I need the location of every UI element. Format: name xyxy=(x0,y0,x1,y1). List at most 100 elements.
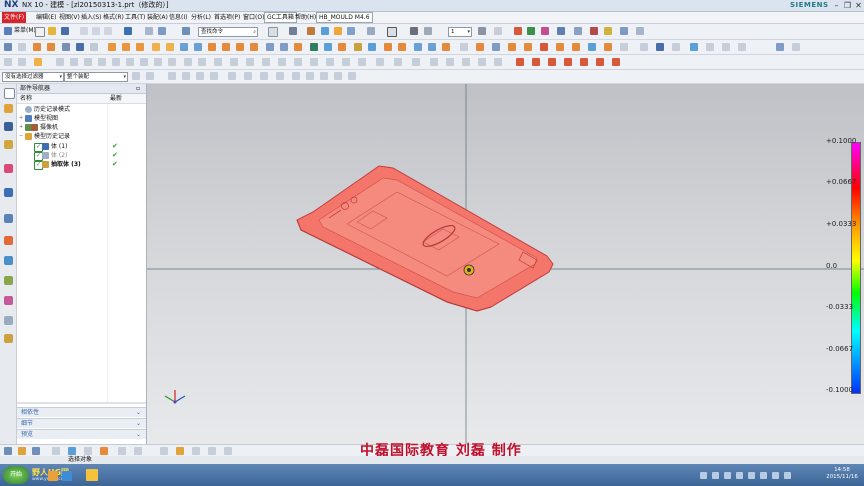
intersection-curve-icon[interactable] xyxy=(198,58,206,66)
tree-item-history-mode[interactable]: 历史记录模式 xyxy=(17,105,146,114)
ejector-icon[interactable] xyxy=(604,43,612,51)
panel-dependencies[interactable]: 相依性 ⌄ xyxy=(17,407,146,417)
hd3d-tools-icon[interactable] xyxy=(4,188,13,197)
snap-arc-center-icon[interactable] xyxy=(320,72,328,80)
snap-tangent-icon[interactable] xyxy=(260,72,268,80)
menu-format[interactable]: 格式(R) xyxy=(103,12,124,23)
subtract-icon[interactable] xyxy=(122,43,130,51)
extrude-icon[interactable] xyxy=(33,43,41,51)
expand-icon[interactable]: + xyxy=(19,123,23,132)
bridge-icon[interactable] xyxy=(792,43,800,51)
bottom-tool-icon-3[interactable] xyxy=(32,447,40,455)
trim-curve-icon[interactable] xyxy=(246,58,254,66)
restore-icon[interactable]: ❐ xyxy=(843,0,852,11)
offset-face-icon[interactable] xyxy=(294,43,302,51)
show-hide-icon[interactable] xyxy=(410,27,418,35)
clock[interactable]: 14:58 2015/11/16 xyxy=(822,467,862,481)
bottom-tool-icon-11[interactable] xyxy=(176,447,184,455)
panel-details[interactable]: 细节 ⌄ xyxy=(17,418,146,428)
undo-icon[interactable] xyxy=(124,27,132,35)
join-curve-icon[interactable] xyxy=(278,58,286,66)
system-scenes-icon[interactable] xyxy=(4,296,13,305)
web-browser-icon[interactable] xyxy=(4,214,13,223)
mirror-icon[interactable] xyxy=(338,43,346,51)
type-filter-select[interactable]: 没有选择过滤器 ▾ xyxy=(2,72,64,82)
sketch-arc-icon[interactable] xyxy=(70,58,78,66)
replace-face-icon[interactable] xyxy=(414,43,422,51)
snap-quadrant-icon[interactable] xyxy=(210,72,218,80)
mirror-curve-icon[interactable] xyxy=(412,58,420,66)
parting-icon[interactable] xyxy=(524,43,532,51)
helix-icon[interactable] xyxy=(230,58,238,66)
combine-icon[interactable] xyxy=(394,58,402,66)
minimize-icon[interactable]: – xyxy=(832,0,841,11)
constraint-navigator-icon[interactable] xyxy=(4,140,13,149)
divide-curve-icon[interactable] xyxy=(262,58,270,66)
extract-geometry-icon[interactable] xyxy=(354,43,362,51)
view-orient-icon[interactable] xyxy=(347,27,355,35)
drafting-icon[interactable] xyxy=(672,43,680,51)
collapse-icon[interactable]: − xyxy=(19,132,23,141)
menu-window[interactable]: 窗口(O) xyxy=(243,12,264,23)
shell-icon[interactable] xyxy=(208,43,216,51)
tray-icon-4[interactable] xyxy=(736,472,743,479)
ie-icon[interactable] xyxy=(62,471,72,481)
shaded-icon[interactable] xyxy=(321,27,329,35)
spline-icon[interactable] xyxy=(84,58,92,66)
bottom-tool-icon-9[interactable] xyxy=(134,447,142,455)
manufacturing-icon[interactable] xyxy=(4,334,13,343)
menu-hb-mould[interactable]: HB_MOULD M4.6 xyxy=(316,12,373,23)
expand-icon[interactable]: + xyxy=(19,114,23,123)
analysis-icon[interactable] xyxy=(527,27,535,35)
cut-icon[interactable] xyxy=(80,27,88,35)
offset-3d-icon[interactable] xyxy=(478,58,486,66)
menu-icon[interactable] xyxy=(4,27,12,35)
sync-modeling-icon[interactable] xyxy=(460,43,468,51)
panel-splitter[interactable] xyxy=(17,402,146,404)
bottom-tool-icon-4[interactable] xyxy=(52,447,60,455)
chamfer-icon[interactable] xyxy=(250,43,258,51)
window-icon[interactable] xyxy=(182,27,190,35)
draft-icon[interactable] xyxy=(222,43,230,51)
menu-analysis[interactable]: 分析(L) xyxy=(191,12,211,23)
lifter-icon[interactable] xyxy=(572,43,580,51)
volume-icon[interactable] xyxy=(784,472,791,479)
resize-blend-icon[interactable] xyxy=(442,43,450,51)
file-menu[interactable]: 文件(F) xyxy=(2,12,27,23)
point-set-icon[interactable] xyxy=(34,58,42,66)
polygon-icon[interactable] xyxy=(126,58,134,66)
arc-icon[interactable] xyxy=(738,43,746,51)
layout-icon[interactable] xyxy=(268,27,278,37)
color-icon[interactable] xyxy=(590,27,598,35)
tree-item-cameras[interactable]: + 摄像机 xyxy=(17,123,146,132)
tree-item-body-2[interactable]: ✓ 体 (2) ✔ xyxy=(17,151,146,161)
fillet-icon[interactable] xyxy=(112,58,120,66)
assembly-navigator-icon[interactable] xyxy=(4,104,13,113)
snap-existing-icon[interactable] xyxy=(306,72,314,80)
edge-blend-icon[interactable] xyxy=(236,43,244,51)
snap-grid-icon[interactable] xyxy=(228,72,236,80)
split-body-icon[interactable] xyxy=(280,43,288,51)
offset-curve-icon[interactable] xyxy=(154,58,162,66)
repeat-command-icon[interactable] xyxy=(158,27,166,35)
wireframe-icon[interactable] xyxy=(334,27,342,35)
red-curve-icon-4[interactable] xyxy=(564,58,572,66)
tray-icon-2[interactable] xyxy=(712,472,719,479)
work-layer-select[interactable]: 1 ▾ xyxy=(448,27,472,37)
resource-menu-icon[interactable] xyxy=(4,88,15,99)
unite-icon[interactable] xyxy=(108,43,116,51)
extract-curve-icon[interactable] xyxy=(462,58,470,66)
curve-length-icon[interactable] xyxy=(294,58,302,66)
part-navigator-icon[interactable] xyxy=(4,122,13,131)
paste-icon[interactable] xyxy=(104,27,112,35)
move-face-icon[interactable] xyxy=(310,43,318,51)
swept-icon[interactable] xyxy=(476,43,484,51)
point-icon[interactable] xyxy=(90,43,98,51)
render-style-icon[interactable] xyxy=(307,27,315,35)
tree-item-extracted-body[interactable]: ✓ 抽取体 (3) ✔ xyxy=(17,160,146,170)
project-curve-icon[interactable] xyxy=(168,58,176,66)
reuse-library-icon[interactable] xyxy=(4,164,13,173)
panel-preview[interactable]: 预览 ⌄ xyxy=(17,429,146,439)
red-curve-icon-7[interactable] xyxy=(612,58,620,66)
bottom-tool-icon-10[interactable] xyxy=(160,447,168,455)
